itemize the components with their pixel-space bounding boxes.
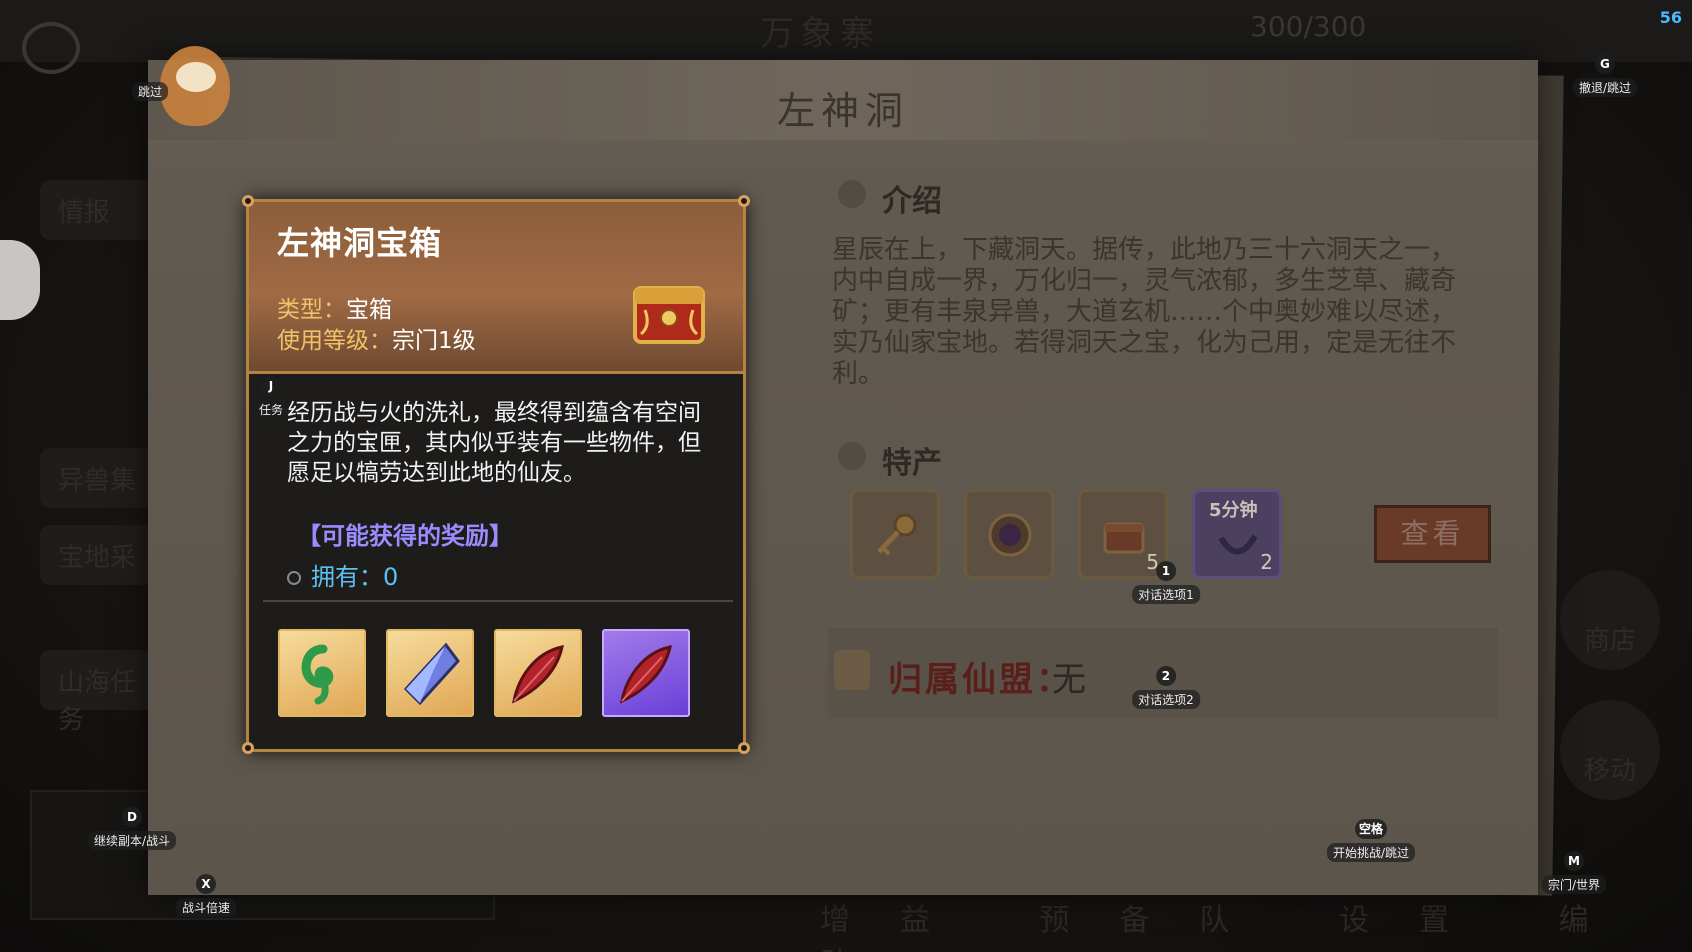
- hint-continue-key: D: [121, 807, 142, 827]
- background-title: 万象寨: [760, 14, 880, 54]
- hint-world-key: M: [1563, 851, 1584, 871]
- hint-start-key: 空格: [1354, 819, 1388, 839]
- popup-header: 左神洞宝箱 类型：宝箱 使用等级：宗门1级: [249, 202, 743, 374]
- hint-skip-label: 跳过: [131, 82, 169, 101]
- orb-icon: [988, 513, 1032, 557]
- intro-bullet-icon: [838, 180, 866, 208]
- fps-counter: 56: [1659, 8, 1682, 27]
- owned-icon: [287, 571, 301, 585]
- specialty-bullet-icon: [838, 442, 866, 470]
- specialty-count: 2: [1260, 550, 1273, 574]
- panel-title: 左神洞: [776, 89, 909, 133]
- hint-option2[interactable]: 2 对话选项2: [1132, 666, 1200, 709]
- specialty-heading: 特产: [882, 446, 942, 481]
- jade-icon: [301, 644, 334, 705]
- hint-option1-label: 对话选项1: [1132, 585, 1200, 604]
- menu-treasure[interactable]: 宝地采: [40, 525, 160, 585]
- owned-row: 拥有：0: [287, 557, 398, 592]
- hint-task-key: J: [260, 376, 281, 396]
- hint-speed-label: 战斗倍速: [175, 898, 237, 917]
- reward-slot-crystal[interactable]: [386, 629, 474, 717]
- specialty-item-scroll[interactable]: 5分钟 2: [1192, 489, 1282, 579]
- alliance-value: 无: [1052, 660, 1086, 700]
- treasure-chest-icon: [633, 286, 705, 344]
- item-level-key: 使用等级：: [277, 328, 392, 354]
- menu-tasks[interactable]: 山海任务: [40, 650, 160, 735]
- menu-buff[interactable]: 增益: [820, 903, 980, 938]
- item-type-row: 类型：宝箱: [277, 290, 392, 324]
- red-feather-icon: [620, 645, 672, 704]
- menu-reserve[interactable]: 预备队: [1040, 903, 1280, 938]
- hint-retreat-key: G: [1594, 54, 1615, 74]
- hint-continue-label: 继续副本/战斗: [87, 831, 177, 850]
- menu-shop[interactable]: 商店: [1560, 570, 1660, 670]
- chest-icon: [1103, 522, 1145, 554]
- specialty-item-key[interactable]: [850, 489, 940, 579]
- hint-task[interactable]: J 任务: [252, 376, 290, 419]
- item-level-row: 使用等级：宗门1级: [277, 321, 476, 355]
- popup-corner-ornament: [738, 195, 750, 207]
- item-type-value: 宝箱: [346, 297, 392, 323]
- popup-corner-ornament: [242, 195, 254, 207]
- hint-retreat-label: 撤退/跳过: [1572, 78, 1638, 97]
- item-popup: 左神洞宝箱 类型：宝箱 使用等级：宗门1级 经历战与火的洗礼，最终得到蕴含有空间…: [246, 199, 746, 752]
- hint-world[interactable]: M 宗门/世界: [1541, 851, 1607, 894]
- alliance-label: 归属仙盟：: [888, 660, 1073, 700]
- key-icon: [877, 513, 917, 556]
- cat-mascot-icon: [0, 240, 40, 320]
- fox-face-icon: [176, 62, 216, 92]
- scroll-icon: [1218, 534, 1258, 555]
- energy-counter: 300/300: [1250, 10, 1367, 43]
- hint-option2-label: 对话选项2: [1132, 690, 1200, 709]
- reward-slot-red-feather-rare[interactable]: [602, 629, 690, 717]
- red-feather-icon: [512, 645, 564, 704]
- item-type-key: 类型：: [277, 297, 346, 323]
- item-description: 经历战与火的洗礼，最终得到蕴含有空间之力的宝匣，其内似乎装有一些物件，但愿足以犒…: [287, 400, 701, 486]
- view-button[interactable]: 查看: [1374, 505, 1491, 563]
- popup-corner-ornament: [738, 742, 750, 754]
- item-level-value: 宗门1级: [392, 328, 476, 354]
- popup-corner-ornament: [242, 742, 254, 754]
- menu-beasts[interactable]: 异兽集: [40, 448, 160, 508]
- hint-retreat[interactable]: G 撤退/跳过: [1572, 54, 1638, 97]
- hint-skip[interactable]: 跳过: [131, 78, 169, 101]
- owned-value: 0: [383, 563, 399, 591]
- hint-speed[interactable]: X 战斗倍速: [175, 874, 237, 917]
- hint-world-label: 宗门/世界: [1541, 875, 1607, 894]
- reward-slot-jade[interactable]: [278, 629, 366, 717]
- specialty-item-orb[interactable]: [964, 489, 1054, 579]
- owned-label: 拥有：: [311, 563, 383, 591]
- hint-continue[interactable]: D 继续副本/战斗: [87, 807, 177, 850]
- menu-move[interactable]: 移动: [1560, 700, 1660, 800]
- popup-divider: [263, 600, 733, 602]
- intro-text: 星辰在上，下藏洞天。据传，此地乃三十六洞天之一，内中自成一界，万化归一，灵气浓郁…: [832, 235, 1457, 389]
- hint-start[interactable]: 空格 开始挑战/跳过: [1326, 819, 1416, 862]
- hint-start-label: 开始挑战/跳过: [1326, 843, 1416, 862]
- menu-intel[interactable]: 情报: [40, 180, 160, 240]
- rewards-title: 【可能获得的奖励】: [297, 522, 513, 550]
- hint-task-label: 任务: [252, 400, 290, 419]
- reward-slot-red-feather[interactable]: [494, 629, 582, 717]
- back-button[interactable]: [22, 22, 80, 74]
- hint-option1[interactable]: 1 对话选项1: [1132, 561, 1200, 604]
- alliance-banner-icon: [834, 650, 870, 690]
- hint-option1-key: 1: [1155, 561, 1176, 581]
- menu-settings[interactable]: 设置: [1339, 903, 1499, 938]
- intro-heading: 介绍: [882, 184, 942, 219]
- item-title: 左神洞宝箱: [277, 224, 443, 262]
- crystal-icon: [403, 642, 460, 706]
- hint-speed-key: X: [195, 874, 216, 894]
- bottom-menu: 增益 预备队 设置 编队: [820, 895, 1692, 952]
- hint-option2-key: 2: [1155, 666, 1176, 686]
